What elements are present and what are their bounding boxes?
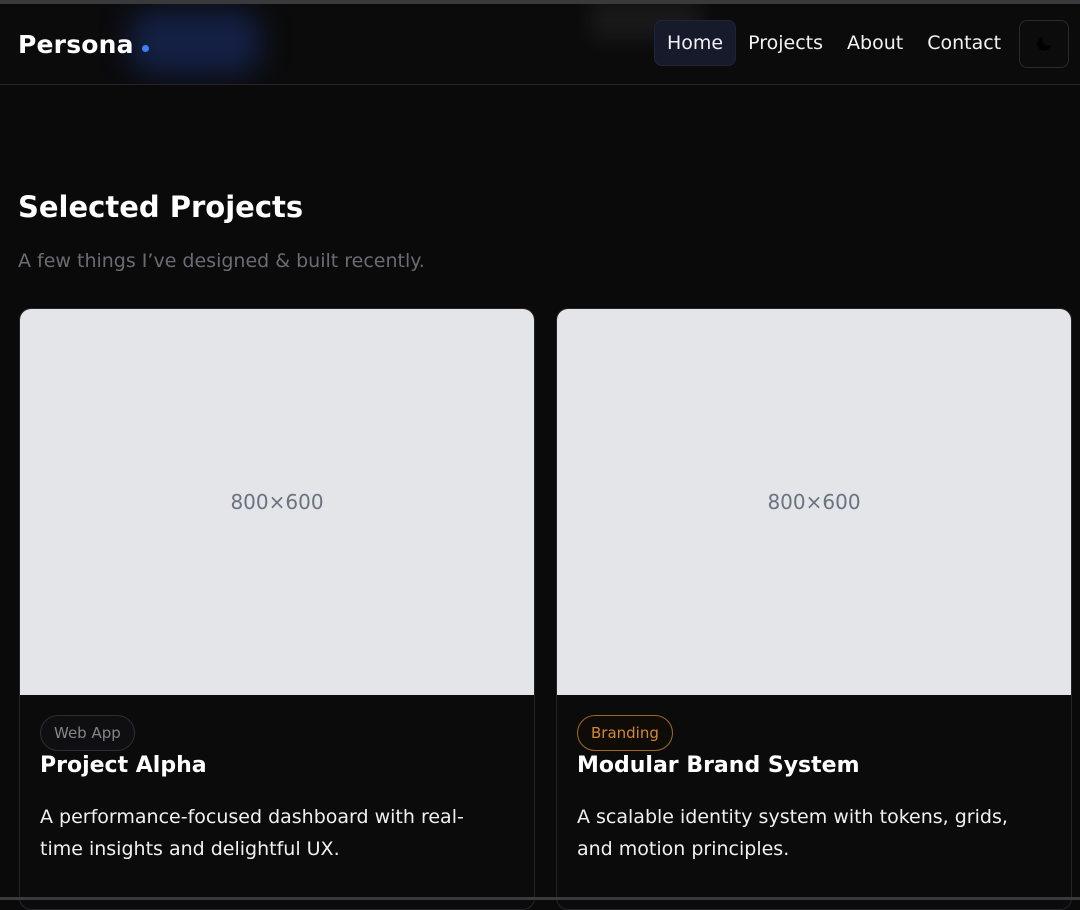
moon-icon xyxy=(1035,35,1053,53)
project-description: A scalable identity system with tokens, … xyxy=(577,806,1008,860)
project-card-alpha[interactable]: 800×600 Web App Project Alpha A performa… xyxy=(19,308,535,910)
nav-link-home[interactable]: Home xyxy=(654,20,737,66)
brand-name: Persona xyxy=(18,30,134,59)
placeholder-label: 800×600 xyxy=(767,490,861,514)
project-title[interactable]: Modular Brand System xyxy=(577,753,860,778)
project-description: A performance-focused dashboard with rea… xyxy=(40,806,464,860)
project-image-placeholder: 800×600 xyxy=(557,309,1071,695)
navbar: Persona Home Projects About Contact xyxy=(0,4,1080,85)
brand-glow xyxy=(130,10,260,74)
theme-toggle-button[interactable] xyxy=(1019,20,1069,68)
project-tag: Web App xyxy=(40,715,135,751)
nav-link-about[interactable]: About xyxy=(835,20,915,66)
project-image-placeholder: 800×600 xyxy=(20,309,534,695)
nav-link-contact[interactable]: Contact xyxy=(915,20,1013,66)
placeholder-label: 800×600 xyxy=(230,490,324,514)
nav-link-projects[interactable]: Projects xyxy=(736,20,835,66)
section-subtitle: A few things I’ve designed & built recen… xyxy=(18,250,425,272)
project-card-brand-system[interactable]: 800×600 Branding Modular Brand System A … xyxy=(556,308,1072,910)
project-tag: Branding xyxy=(577,715,673,751)
project-title[interactable]: Project Alpha xyxy=(40,753,207,778)
brand-logo-link[interactable]: Persona xyxy=(18,30,149,59)
brand-dot-icon xyxy=(141,45,149,52)
section-title: Selected Projects xyxy=(18,190,304,224)
nav-links: Home Projects About Contact xyxy=(654,20,1013,66)
